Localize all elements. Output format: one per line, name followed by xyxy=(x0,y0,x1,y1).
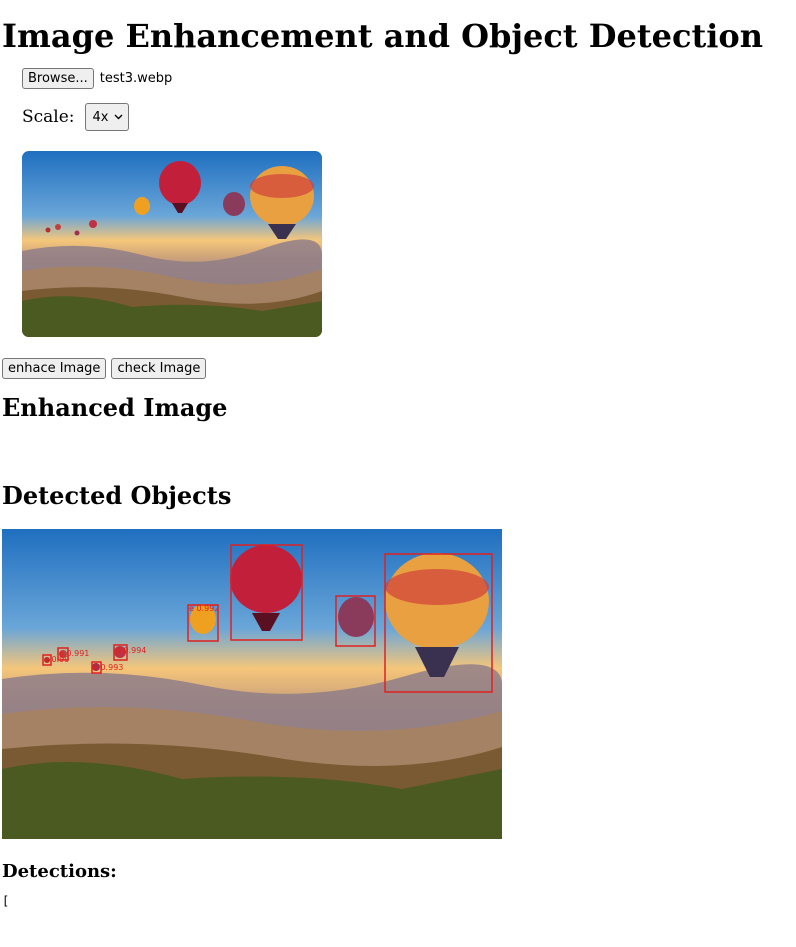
browse-button[interactable]: Browse... xyxy=(22,68,94,89)
scale-selected-value: 4x xyxy=(92,109,109,125)
annotated-balloon-image: e 0.991 e 0.994 e 0.993 e 0.99 e 0.992 xyxy=(2,529,502,839)
page-title: Image Enhancement and Object Detection xyxy=(2,17,763,55)
scale-select[interactable]: 4x xyxy=(84,103,129,131)
scale-row: Scale: 4x xyxy=(22,103,794,131)
scale-label: Scale: xyxy=(22,107,75,127)
enhance-image-button[interactable]: enhace Image xyxy=(2,358,107,379)
detections-heading: Detections: xyxy=(2,861,117,882)
detection-label: e 0.99 xyxy=(44,655,69,664)
detections-json-output: [ xyxy=(2,894,10,908)
detection-label: e 0.992 xyxy=(189,604,219,613)
uploaded-image-preview xyxy=(22,151,322,337)
file-upload: Browse... test3.webp xyxy=(22,68,794,89)
page: Image Enhancement and Object Detection B… xyxy=(0,0,796,908)
detection-label: e 0.994 xyxy=(116,646,146,655)
action-buttons: enhace Image check Image xyxy=(2,358,794,379)
chevron-down-icon xyxy=(114,114,123,120)
balloon-landscape-image xyxy=(22,151,322,337)
check-image-button[interactable]: check Image xyxy=(111,358,207,379)
detection-result-image: e 0.991 e 0.994 e 0.993 e 0.99 e 0.992 xyxy=(2,529,502,839)
detection-label: e 0.993 xyxy=(93,663,123,672)
detected-objects-heading: Detected Objects xyxy=(2,481,232,510)
selected-filename: test3.webp xyxy=(99,71,173,86)
enhanced-image-heading: Enhanced Image xyxy=(2,393,228,422)
